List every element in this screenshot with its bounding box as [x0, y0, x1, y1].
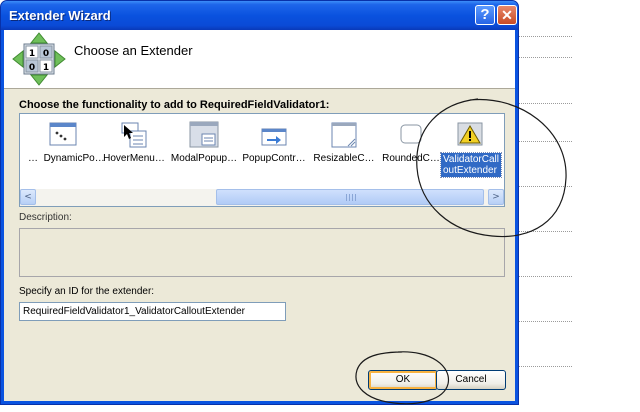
grip-icon — [346, 194, 356, 201]
ok-button[interactable]: OK — [368, 370, 438, 390]
list-item-label: … DynamicPo… — [28, 153, 105, 164]
title-bar[interactable]: Extender Wizard ? ✕ — [1, 1, 518, 30]
cancel-button[interactable]: Cancel — [436, 370, 506, 390]
extender-list[interactable]: … DynamicPo… HoverMenu… ModalPopup… Popu… — [19, 113, 505, 207]
list-item-modal-popup[interactable]: ModalPopup… — [169, 119, 239, 181]
scroll-right-button[interactable]: > — [488, 189, 504, 205]
functionality-label: Choose the functionality to add to Requi… — [19, 99, 330, 111]
description-label: Description: — [19, 212, 72, 223]
svg-text:0: 0 — [29, 63, 35, 73]
svg-text:0: 0 — [43, 49, 49, 59]
list-item-label: HoverMenu… — [103, 153, 165, 164]
dialog-body: 1 0 0 1 Choose an Extender Choose the fu… — [4, 30, 515, 401]
list-item-hover-menu[interactable]: HoverMenu… — [99, 119, 169, 181]
window-title: Extender Wizard — [9, 8, 111, 23]
wizard-header: 1 0 0 1 Choose an Extender — [4, 30, 515, 89]
binary-matrix-icon: 1 0 0 1 — [12, 32, 66, 86]
list-item-resizable-control[interactable]: ResizableC… — [309, 119, 379, 181]
rounded-corners-icon — [400, 124, 422, 144]
scroll-left-button[interactable]: < — [20, 189, 36, 205]
list-item-dynamic-populate[interactable]: … DynamicPo… — [28, 119, 105, 181]
description-box — [19, 228, 505, 277]
scroll-thumb[interactable] — [216, 189, 484, 205]
horizontal-scrollbar[interactable]: < > — [20, 189, 504, 206]
list-item-popup-control[interactable]: PopupContr… — [239, 119, 309, 181]
dynamic-populate-icon — [49, 122, 77, 146]
extender-wizard-dialog: Extender Wizard ? ✕ 1 0 0 1 Choose an Ex… — [0, 0, 519, 405]
svg-text:1: 1 — [43, 63, 49, 73]
popup-control-icon — [261, 128, 287, 146]
list-item-label: ModalPopup… — [170, 153, 238, 164]
page-title: Choose an Extender — [74, 43, 193, 58]
modal-popup-icon — [189, 121, 219, 148]
extender-id-field[interactable]: RequiredFieldValidator1_ValidatorCallout… — [19, 302, 286, 321]
list-item-label: ValidatorCalloutExtender — [440, 152, 502, 178]
close-button[interactable]: ✕ — [497, 5, 517, 25]
warning-triangle-icon — [457, 122, 483, 146]
resizable-control-icon — [331, 122, 357, 148]
list-item-label: ResizableC… — [313, 153, 375, 164]
extender-id-label: Specify an ID for the extender: — [19, 286, 155, 297]
help-button[interactable]: ? — [475, 5, 495, 25]
list-item-label: PopupContr… — [242, 153, 306, 164]
svg-text:1: 1 — [29, 49, 35, 59]
list-item-validator-callout[interactable]: ValidatorCalloutExtender — [435, 119, 505, 181]
hover-menu-icon — [121, 122, 147, 148]
